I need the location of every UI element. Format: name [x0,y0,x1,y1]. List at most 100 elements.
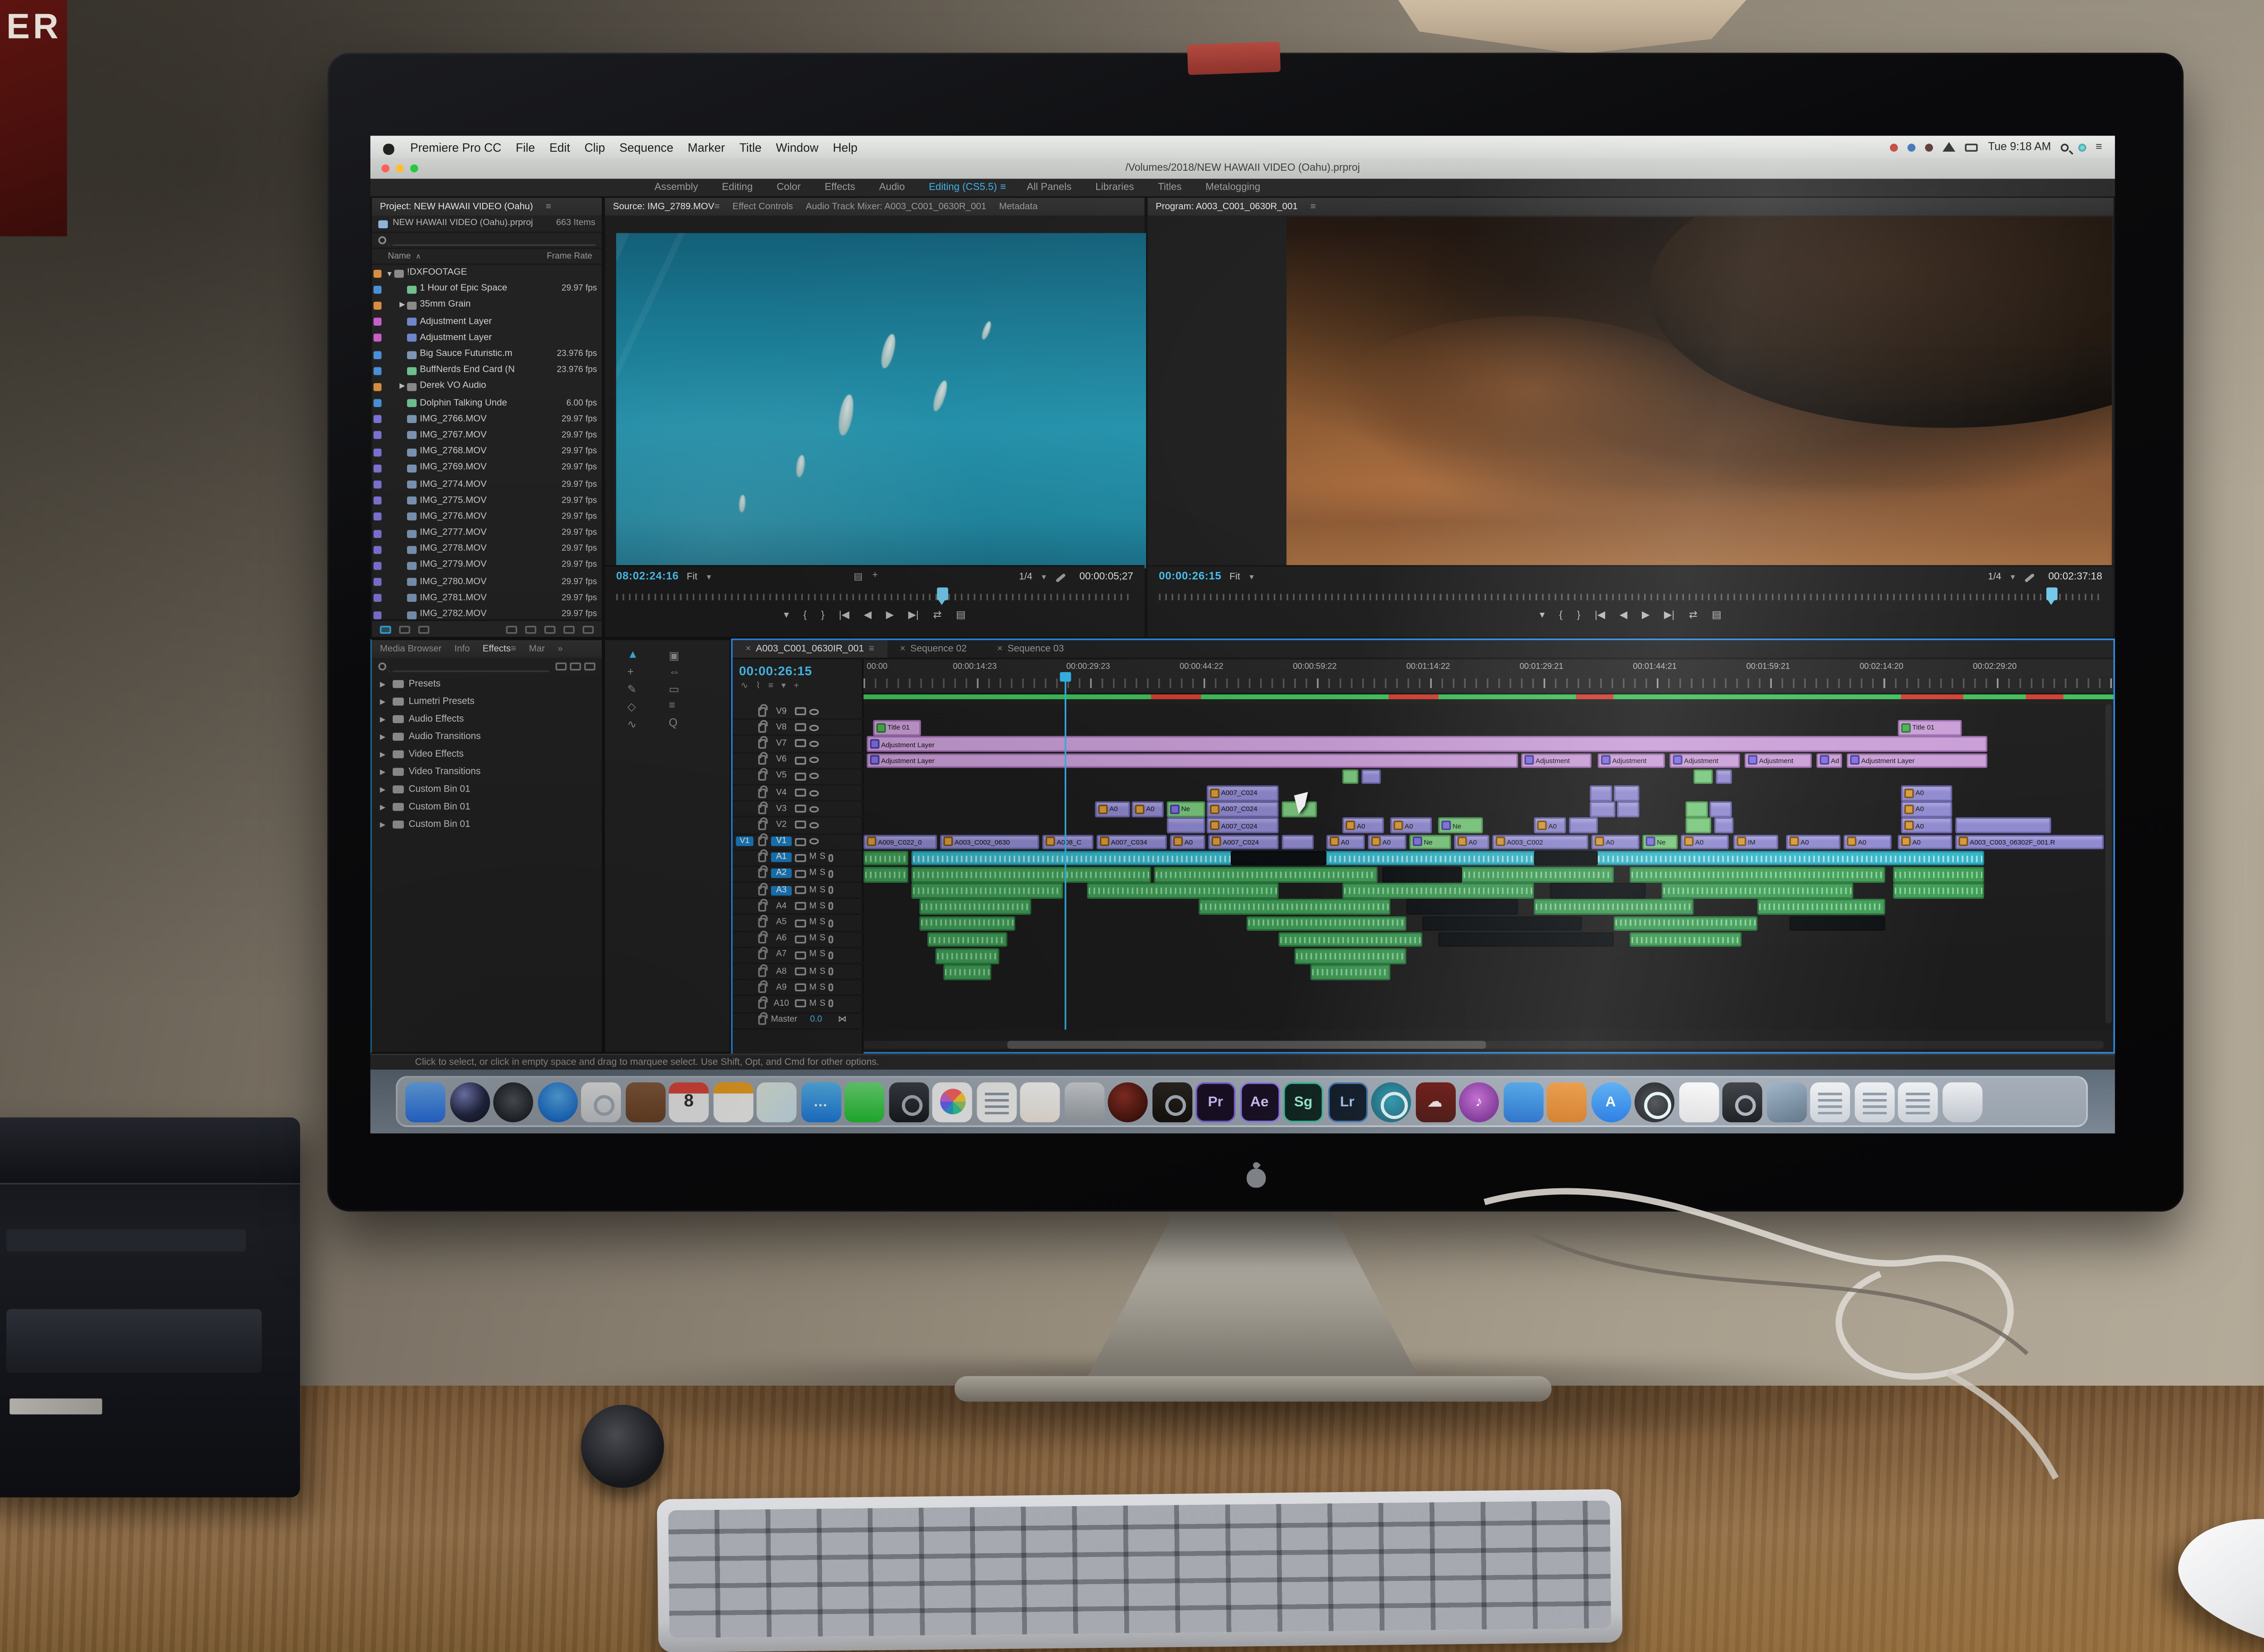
timeline-clip[interactable]: Ne [1642,834,1678,850]
timeline-clip[interactable]: A0 [1454,834,1490,850]
timeline-clip[interactable]: A0 [1901,785,1952,801]
display-menu-icon[interactable] [1966,143,1979,151]
timeline-clip[interactable] [1361,769,1381,785]
eye-icon[interactable] [809,789,819,796]
apple-menu-icon[interactable] [383,139,396,154]
timeline-clip[interactable] [1613,916,1758,931]
timeline-clip[interactable] [1166,818,1205,834]
timeline-clip[interactable]: Adjustment [1745,753,1812,768]
source-settings-icon[interactable]: ▤ [854,571,863,583]
bin-name[interactable]: Custom Bin 01 [408,820,470,829]
timeline-toolbar-icon[interactable]: ≡ [768,682,773,691]
track-name[interactable]: A4 [771,902,792,911]
label-color-chip[interactable] [373,432,382,440]
mute-button[interactable]: M [809,999,816,1009]
item-name[interactable]: IMG_2777.MOV [420,528,558,538]
bin-name[interactable]: Video Transitions [408,767,480,777]
timeline-clip[interactable] [863,867,908,883]
lock-icon[interactable] [758,752,768,765]
source-group-tab[interactable]: Metadata [999,202,1037,211]
calendar-icon[interactable]: 8 [669,1081,709,1122]
disclosure-icon[interactable]: ▶ [380,749,388,759]
eye-icon[interactable] [809,822,819,829]
transport-button[interactable]: ◀ [864,608,872,621]
solo-button[interactable]: S [820,934,825,944]
tool-button[interactable]: ✎ [627,683,649,696]
timeline-clip[interactable] [1199,899,1391,915]
timeline-clip[interactable] [1310,964,1391,980]
track-name[interactable]: A8 [771,967,792,976]
source-scrubber[interactable] [616,587,1133,605]
stack-documents-icon[interactable] [1854,1081,1894,1122]
source-playhead[interactable] [936,587,948,605]
mute-button[interactable]: M [809,885,816,895]
track-name[interactable]: V5 [771,772,792,781]
item-name[interactable]: IMG_2769.MOV [420,464,558,473]
timeline-clip[interactable]: A0 [1368,834,1406,850]
label-color-chip[interactable] [373,366,382,375]
project-row[interactable]: 1 Hour of Epic Space 29.97 fps [372,281,602,298]
spotlight-icon[interactable] [2060,143,2069,151]
transport-button[interactable]: ▶| [908,608,919,621]
transport-button[interactable]: |◀ [839,608,849,621]
track-output-toggle[interactable] [795,821,806,830]
timeline-clip[interactable]: A009_C022_0 [863,834,937,850]
tab-program[interactable]: Program: A003_C001_0630R_001 [1156,202,1298,211]
timeline-clip[interactable]: A007_C024 [1207,818,1279,834]
siri-menu-icon[interactable] [2078,143,2087,151]
label-color-chip[interactable] [373,464,382,472]
track-master[interactable]: Master 0.0 ⋈ [733,1012,864,1029]
track-output-toggle[interactable] [795,935,806,943]
menu-item[interactable]: Clip [585,139,605,154]
timeline-toolbar-icon[interactable]: ∿ [741,682,748,691]
menu-item[interactable]: Help [833,139,857,154]
lock-icon[interactable] [758,947,768,960]
label-color-chip[interactable] [373,383,382,391]
track-header[interactable]: A3 M S [733,882,864,899]
mic-icon[interactable] [828,854,834,862]
source-settings-icon[interactable]: + [872,571,878,583]
bin-name[interactable]: Audio Effects [408,715,464,724]
timeline-clip[interactable] [919,916,1016,931]
sort-icon[interactable]: ∧ [416,251,421,261]
transport-button[interactable]: ◀ [1620,608,1627,621]
program-fit-select[interactable]: Fit [1229,572,1240,582]
track-output-toggle[interactable] [795,902,806,911]
tool-button[interactable]: ▭ [669,683,691,696]
premiere-icon[interactable]: Pr [1195,1081,1236,1122]
item-name[interactable]: !DXFOOTAGE [407,269,594,278]
timeline-clip[interactable] [1342,769,1358,785]
effects-group-tab[interactable]: Effects≡ [483,644,516,653]
track-name[interactable]: V2 [771,821,792,830]
item-name[interactable]: IMG_2781.MOV [420,594,558,603]
timeline-clip[interactable] [1789,916,1885,931]
project-row[interactable]: BuffNerds End Card (N 23.976 fps [372,363,602,379]
minimize-window-button[interactable] [396,164,404,173]
timeline-clip[interactable] [1955,818,2051,834]
transport-button[interactable]: ▾ [784,608,789,621]
timeline-clip[interactable]: A0 [1786,834,1841,850]
track-output-toggle[interactable] [795,756,806,764]
preview-icon[interactable] [581,1081,621,1122]
solo-button[interactable]: S [820,869,825,879]
workspace-tab[interactable]: Libraries [1095,182,1137,193]
item-name[interactable]: IMG_2782.MOV [420,610,558,620]
label-color-chip[interactable] [373,545,382,554]
photos-icon[interactable] [932,1081,972,1122]
label-color-chip[interactable] [373,562,382,570]
timeline-clip[interactable]: A0 [1901,802,1952,817]
timeline-clip[interactable]: A0 [1591,834,1640,850]
effects-bin-row[interactable]: ▶ Video Effects [372,745,602,763]
timeline-clip[interactable] [1534,899,1694,915]
program-scrubber[interactable] [1159,587,2102,605]
automate-to-sequence-button[interactable] [506,625,518,633]
timeline-clip[interactable] [1617,802,1640,817]
tab-project[interactable]: Project: NEW HAWAII VIDEO (Oahu) [380,202,533,211]
item-name[interactable]: IMG_2779.MOV [420,561,558,571]
project-row[interactable]: Adjustment Layer [372,314,602,330]
eye-icon[interactable] [809,708,819,715]
item-name[interactable]: Adjustment Layer [420,317,594,327]
lock-icon[interactable] [758,898,768,912]
timeline-clip[interactable]: Ad [1816,753,1842,768]
label-color-chip[interactable] [373,497,382,505]
